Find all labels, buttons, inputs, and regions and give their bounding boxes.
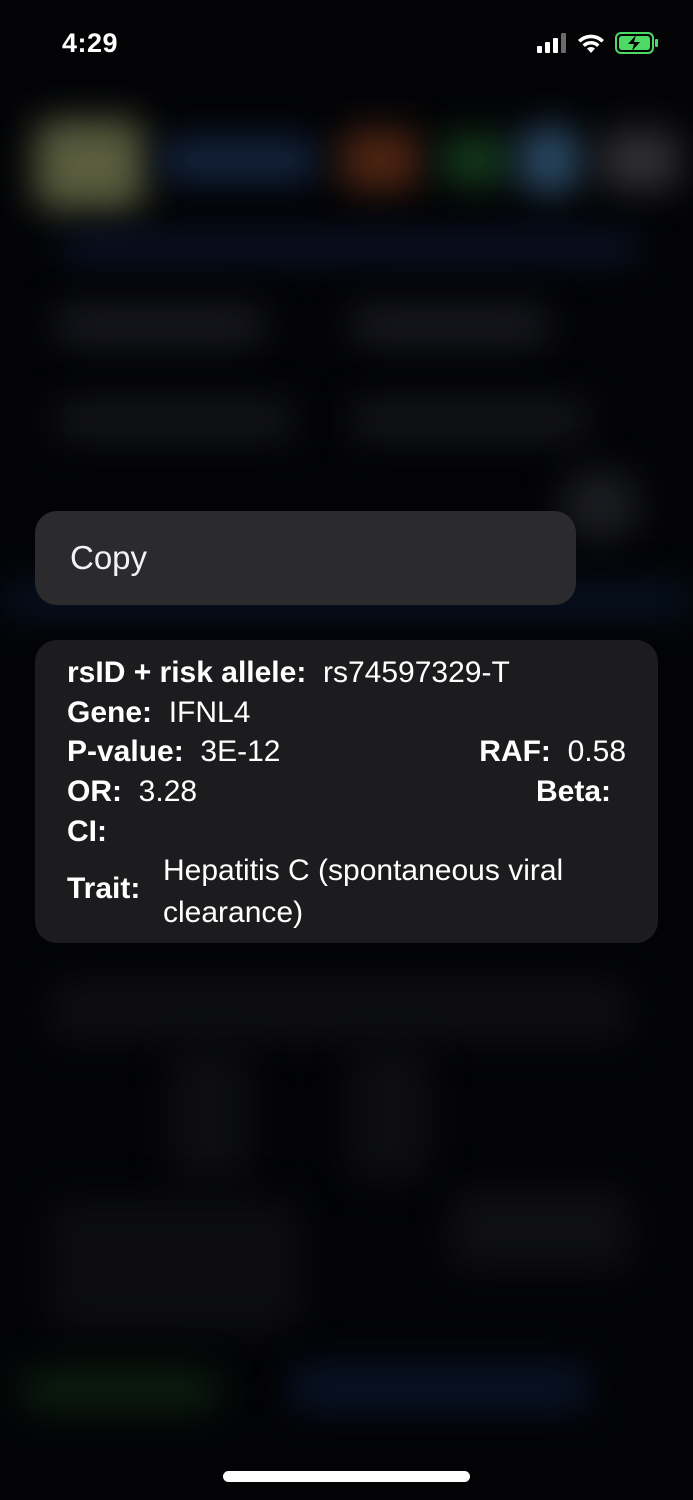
ci-label: CI: (67, 815, 107, 848)
or-row: OR: 3.28 (67, 775, 197, 809)
gene-value: IFNL4 (168, 696, 251, 729)
or-label: OR: (67, 775, 122, 808)
pvalue-value: 3E-12 (200, 735, 281, 768)
cellular-signal-icon (537, 33, 567, 58)
trait-label: Trait: (67, 872, 141, 905)
home-indicator[interactable] (223, 1471, 470, 1482)
rsid-value: rs74597329-T (322, 656, 510, 689)
trait-value: Hepatitis C (spontaneous viral clearance… (163, 854, 564, 929)
ci-row: CI: (67, 815, 107, 849)
or-value: 3.28 (138, 775, 198, 808)
beta-row: Beta: (536, 775, 611, 809)
wifi-icon (577, 32, 605, 59)
raf-row: RAF: 0.58 (479, 735, 626, 769)
rsid-label: rsID + risk allele: (67, 656, 307, 689)
gene-label: Gene: (67, 696, 153, 729)
pvalue-row: P-value: 3E-12 (67, 735, 280, 769)
pvalue-label: P-value: (67, 735, 184, 768)
beta-label: Beta: (535, 775, 611, 808)
battery-charging-icon (615, 32, 659, 59)
status-time: 4:29 (62, 28, 119, 58)
snp-preview-card: rsID + risk allele: rs74597329-T Gene: I… (35, 640, 658, 943)
context-menu: Copy (35, 511, 576, 605)
rsid-row: rsID + risk allele: rs74597329-T (67, 656, 510, 690)
copy-label: Copy (70, 539, 148, 576)
raf-label: RAF: (479, 735, 551, 768)
copy-menu-item[interactable]: Copy (35, 511, 576, 605)
status-bar: 4:29 (0, 0, 693, 90)
raf-value: 0.58 (567, 735, 626, 768)
gene-row: Gene: IFNL4 (67, 696, 250, 730)
status-icons (537, 32, 659, 59)
